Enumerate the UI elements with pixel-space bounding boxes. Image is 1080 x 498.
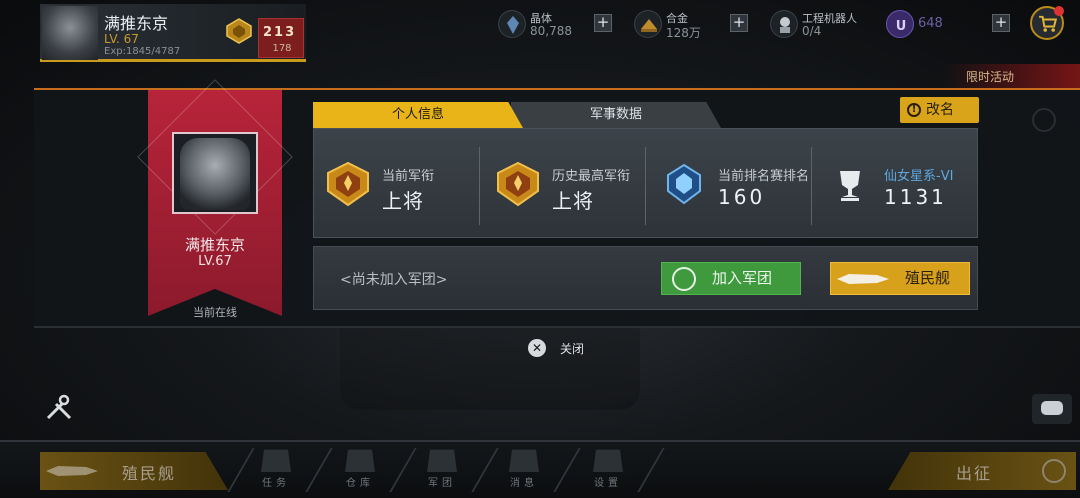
profile-avatar[interactable] [172,132,258,214]
colony-ship-button[interactable]: 殖民舰 [830,262,970,295]
add-u-coin-button[interactable]: + [992,14,1010,32]
join-label: 加入军团 [712,269,773,287]
top-bar: 满推东京 LV. 67 Exp:1845/4787 213 178 晶体 80,… [0,0,1080,64]
tab-military-data[interactable]: 军事数据 [511,102,721,128]
galaxy-link[interactable]: 仙女星系-VI [884,165,953,184]
shop-cart-button[interactable] [1030,6,1064,40]
legion-panel: <尚未加入军团> 加入军团 殖民舰 [313,246,978,310]
ranking-number: 178 [272,43,292,54]
legion-icon [427,449,457,472]
colony-ship-icon [46,466,98,476]
nav-settings[interactable]: 设置 [578,444,638,494]
rank-medal-icon [226,18,252,44]
player-avatar[interactable] [42,6,98,60]
tools-icon[interactable] [44,392,74,422]
ranking-badge[interactable]: 213 178 [258,18,304,58]
notification-dot [1054,6,1064,16]
target-icon [1042,459,1066,483]
colony-label: 殖民舰 [905,269,951,287]
join-legion-button[interactable]: 加入军团 [661,262,801,295]
robot-icon [770,10,798,38]
deploy-button[interactable]: 出征 [888,452,1076,490]
stats-panel: 当前军衔 上将 历史最高军衔 上将 当前排名赛排名 160 仙女星系-VI 11… [313,128,978,238]
tab-personal-info[interactable]: 个人信息 [313,102,523,128]
stat-value: 上将 [552,189,594,213]
stat-value: 上将 [382,189,424,213]
resource-robot: 工程机器人 0/4 [770,10,870,40]
trophy-icon [840,171,860,201]
resource-value: 128万 [666,26,701,40]
resource-u-coin: U 648 + [886,10,1016,40]
stat-label: 当前排名赛排名 [718,169,810,184]
clock-icon [1032,108,1056,132]
gear-icon [593,449,623,472]
chat-icon [1041,401,1063,415]
close-label: 关闭 [560,342,585,356]
ranking-crystal-icon [667,163,701,205]
nav-label: 军团 [428,478,456,489]
stat-value: 1131 [884,185,947,209]
stat-current-rank: 当前军衔 上将 [318,147,478,227]
resource-value: 80,788 [530,24,572,38]
profile-level: LV.67 [198,254,232,269]
rank-medal-icon [497,161,539,207]
commander-portrait [180,138,250,210]
player-card[interactable]: 满推东京 LV. 67 Exp:1845/4787 213 178 [40,4,306,62]
crystal-icon [498,10,526,38]
nav-label: 设置 [594,478,622,489]
rank-medal-icon [327,161,369,207]
nav-label: 消息 [510,478,538,489]
limited-event-tab[interactable]: 限时活动 [940,64,1080,88]
rename-label: 改名 [926,102,954,118]
chat-button[interactable] [1032,394,1072,424]
resource-value: 648 [918,16,943,31]
add-alloy-button[interactable]: + [730,14,748,32]
stat-ladder-rank: 当前排名赛排名 160 [654,147,814,227]
stat-galaxy-score[interactable]: 仙女星系-VI 1131 [820,147,970,227]
divider [479,147,480,225]
online-status: 当前在线 [193,306,237,319]
nav-label: 仓库 [346,478,374,489]
close-icon: ✕ [528,339,546,357]
player-exp: Exp:1845/4787 [104,46,181,57]
warehouse-icon [345,449,375,472]
stat-value: 160 [718,185,766,209]
alloy-icon [634,10,662,38]
nav-label: 任务 [262,478,290,489]
messages-icon [509,449,539,472]
colony-ship-nav-button[interactable]: 殖民舰 [40,452,228,490]
deploy-label: 出征 [956,464,993,483]
nav-warehouse[interactable]: 仓库 [330,444,390,494]
missions-icon [261,449,291,472]
stat-label: 历史最高军衔 [552,169,631,184]
u-coin-icon: U [886,10,914,38]
resource-crystal: 晶体 80,788 + [498,10,618,40]
add-crystal-button[interactable]: + [594,14,612,32]
handshake-icon [672,267,696,291]
player-level: LV. 67 [104,32,139,46]
ranking-digits: 213 [263,25,297,40]
colony-ship-icon [837,274,889,284]
rename-button[interactable]: ! 改名 [900,97,979,123]
alert-icon: ! [907,103,921,117]
nav-missions[interactable]: 任务 [246,444,306,494]
profile-name: 满推东京 [184,236,245,254]
nav-messages[interactable]: 消息 [494,444,554,494]
colony-label: 殖民舰 [122,464,177,483]
legion-status: <尚未加入军团> [340,272,448,288]
svg-text:U: U [896,19,907,34]
divider [645,147,646,225]
stat-highest-rank: 历史最高军衔 上将 [488,147,648,227]
divider [811,147,812,225]
resource-value: 0/4 [802,24,822,38]
nav-legion[interactable]: 军团 [412,444,472,494]
event-label: 限时活动 [965,70,1014,84]
player-name: 满推东京 [104,14,169,33]
stat-label: 当前军衔 [382,169,435,184]
resource-alloy: 合金 128万 + [634,10,754,40]
